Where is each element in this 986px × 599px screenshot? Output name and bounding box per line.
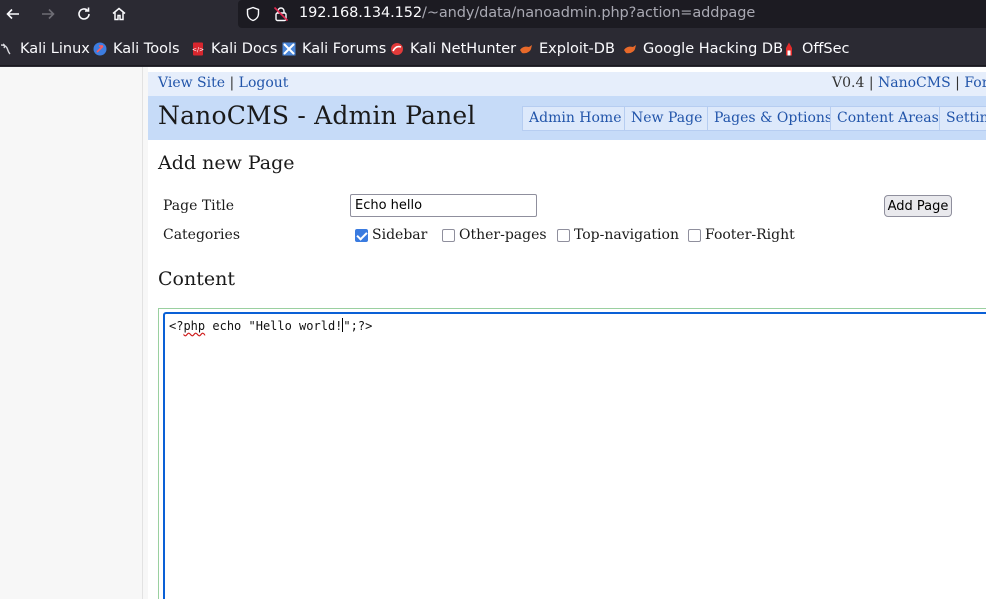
bookmark-offsec[interactable]: OffSec bbox=[782, 39, 850, 59]
url-host: 192.168.134.152 bbox=[299, 5, 423, 21]
kali-dragon-icon bbox=[0, 43, 11, 55]
admin-header: NanoCMS - Admin Panel Admin Home New Pag… bbox=[148, 96, 986, 140]
version-label: V0.4 bbox=[832, 75, 865, 91]
home-icon bbox=[112, 7, 126, 21]
add-page-heading: Add new Page bbox=[158, 152, 295, 174]
bookmark-kali-linux[interactable]: Kali Linux bbox=[0, 39, 90, 59]
kali-docs-icon: </> bbox=[192, 42, 204, 56]
bookmark-label: Kali Docs bbox=[211, 41, 278, 57]
bookmark-google-hacking-db[interactable]: Google Hacking DB bbox=[623, 39, 783, 59]
bookmark-kali-docs[interactable]: </> Kali Docs bbox=[191, 39, 277, 59]
bookmark-kali-tools[interactable]: Kali Tools bbox=[93, 39, 180, 59]
kali-forums-icon bbox=[282, 42, 296, 56]
content-heading: Content bbox=[158, 268, 235, 290]
code-text: echo "Hello world! bbox=[205, 319, 343, 333]
category-label: Top-navigation bbox=[574, 227, 679, 243]
separator: | bbox=[950, 75, 965, 91]
bookmark-label: Kali Forums bbox=[302, 41, 387, 57]
top-right-links: V0.4 | NanoCMS | Forum bbox=[832, 75, 986, 91]
category-label: Sidebar bbox=[372, 227, 428, 243]
code-text-end: ";?> bbox=[343, 319, 373, 333]
content-editor-frame: <?php echo "Hello world!";?> bbox=[158, 308, 986, 599]
url-path: /~andy/data/nanoadmin.php?action=addpage bbox=[422, 5, 756, 21]
browser-toolbar: 192.168.134.152/~andy/data/nanoadmin.php… bbox=[0, 0, 986, 29]
kali-tools-icon bbox=[93, 42, 107, 56]
ghdb-icon bbox=[624, 45, 636, 54]
forward-button[interactable] bbox=[37, 3, 59, 25]
nav-settings[interactable]: Setting bbox=[939, 106, 986, 131]
bookmark-label: Kali NetHunter bbox=[410, 41, 517, 57]
bookmark-label: Exploit-DB bbox=[539, 41, 615, 57]
bookmark-exploit-db[interactable]: Exploit-DB bbox=[519, 39, 615, 59]
separator: | bbox=[225, 75, 239, 91]
bookmark-label: OffSec bbox=[802, 41, 850, 57]
page-title-label: Page Title bbox=[163, 198, 235, 214]
reload-icon bbox=[78, 7, 90, 20]
add-page-button[interactable]: Add Page bbox=[884, 195, 952, 217]
category-footer-right[interactable]: Footer-Right bbox=[688, 227, 795, 243]
page-viewport: View Site | Logout V0.4 | NanoCMS | Foru… bbox=[0, 67, 986, 599]
nav-admin-home[interactable]: Admin Home bbox=[522, 106, 629, 131]
logout-link[interactable]: Logout bbox=[239, 75, 289, 91]
forum-link[interactable]: Forum bbox=[964, 75, 986, 91]
category-label: Footer-Right bbox=[705, 227, 795, 243]
page-title-input[interactable] bbox=[350, 194, 537, 217]
checkbox-footer-right[interactable] bbox=[688, 228, 701, 242]
offsec-icon bbox=[786, 42, 792, 56]
admin-panel: View Site | Logout V0.4 | NanoCMS | Foru… bbox=[148, 67, 986, 599]
nav-content-areas[interactable]: Content Areas bbox=[830, 106, 946, 131]
back-arrow-icon bbox=[6, 8, 19, 20]
category-label: Other-pages bbox=[459, 227, 547, 243]
separator: | bbox=[864, 75, 878, 91]
spellcheck-word: php bbox=[183, 319, 206, 333]
nav-new-page[interactable]: New Page bbox=[624, 106, 710, 131]
category-top-navigation[interactable]: Top-navigation bbox=[557, 227, 679, 243]
bookmark-kali-forums[interactable]: Kali Forums bbox=[282, 39, 386, 59]
bookmark-label: Google Hacking DB bbox=[643, 41, 784, 57]
code-open-tag: <? bbox=[169, 319, 184, 333]
bookmark-kali-nethunter[interactable]: Kali NetHunter bbox=[390, 39, 516, 59]
insecure-lock-icon[interactable] bbox=[272, 5, 290, 23]
categories-label: Categories bbox=[163, 227, 240, 243]
nav-pages-options[interactable]: Pages & Options bbox=[707, 106, 840, 131]
left-margin bbox=[0, 67, 143, 599]
tracking-shield-icon[interactable] bbox=[244, 5, 262, 23]
back-button[interactable] bbox=[2, 3, 24, 25]
nanocms-link[interactable]: NanoCMS bbox=[878, 75, 951, 91]
category-sidebar[interactable]: Sidebar bbox=[355, 227, 428, 243]
url-bar[interactable]: 192.168.134.152/~andy/data/nanoadmin.php… bbox=[238, 0, 986, 28]
bookmarks-bar: Kali Linux Kali Tools </> Kali Docs Kali… bbox=[0, 30, 986, 66]
bookmark-label: Kali Linux bbox=[20, 41, 90, 57]
page-title: NanoCMS - Admin Panel bbox=[158, 101, 476, 130]
top-left-links: View Site | Logout bbox=[158, 75, 288, 91]
home-button[interactable] bbox=[108, 3, 130, 25]
bookmark-label: Kali Tools bbox=[113, 41, 180, 57]
svg-text:</>: </> bbox=[192, 47, 204, 54]
content-textarea[interactable]: <?php echo "Hello world!";?> bbox=[163, 312, 986, 599]
reload-button[interactable] bbox=[73, 3, 95, 25]
top-links-bar: View Site | Logout V0.4 | NanoCMS | Foru… bbox=[148, 72, 986, 96]
checkbox-top-navigation[interactable] bbox=[557, 228, 570, 242]
view-site-link[interactable]: View Site bbox=[158, 75, 225, 91]
forward-arrow-icon bbox=[42, 8, 55, 20]
kali-nethunter-icon bbox=[391, 43, 403, 55]
category-other-pages[interactable]: Other-pages bbox=[442, 227, 547, 243]
exploit-db-icon bbox=[520, 45, 532, 54]
checkbox-sidebar[interactable] bbox=[355, 228, 368, 242]
checkbox-other-pages[interactable] bbox=[442, 228, 455, 242]
url-text[interactable]: 192.168.134.152/~andy/data/nanoadmin.php… bbox=[299, 5, 755, 21]
